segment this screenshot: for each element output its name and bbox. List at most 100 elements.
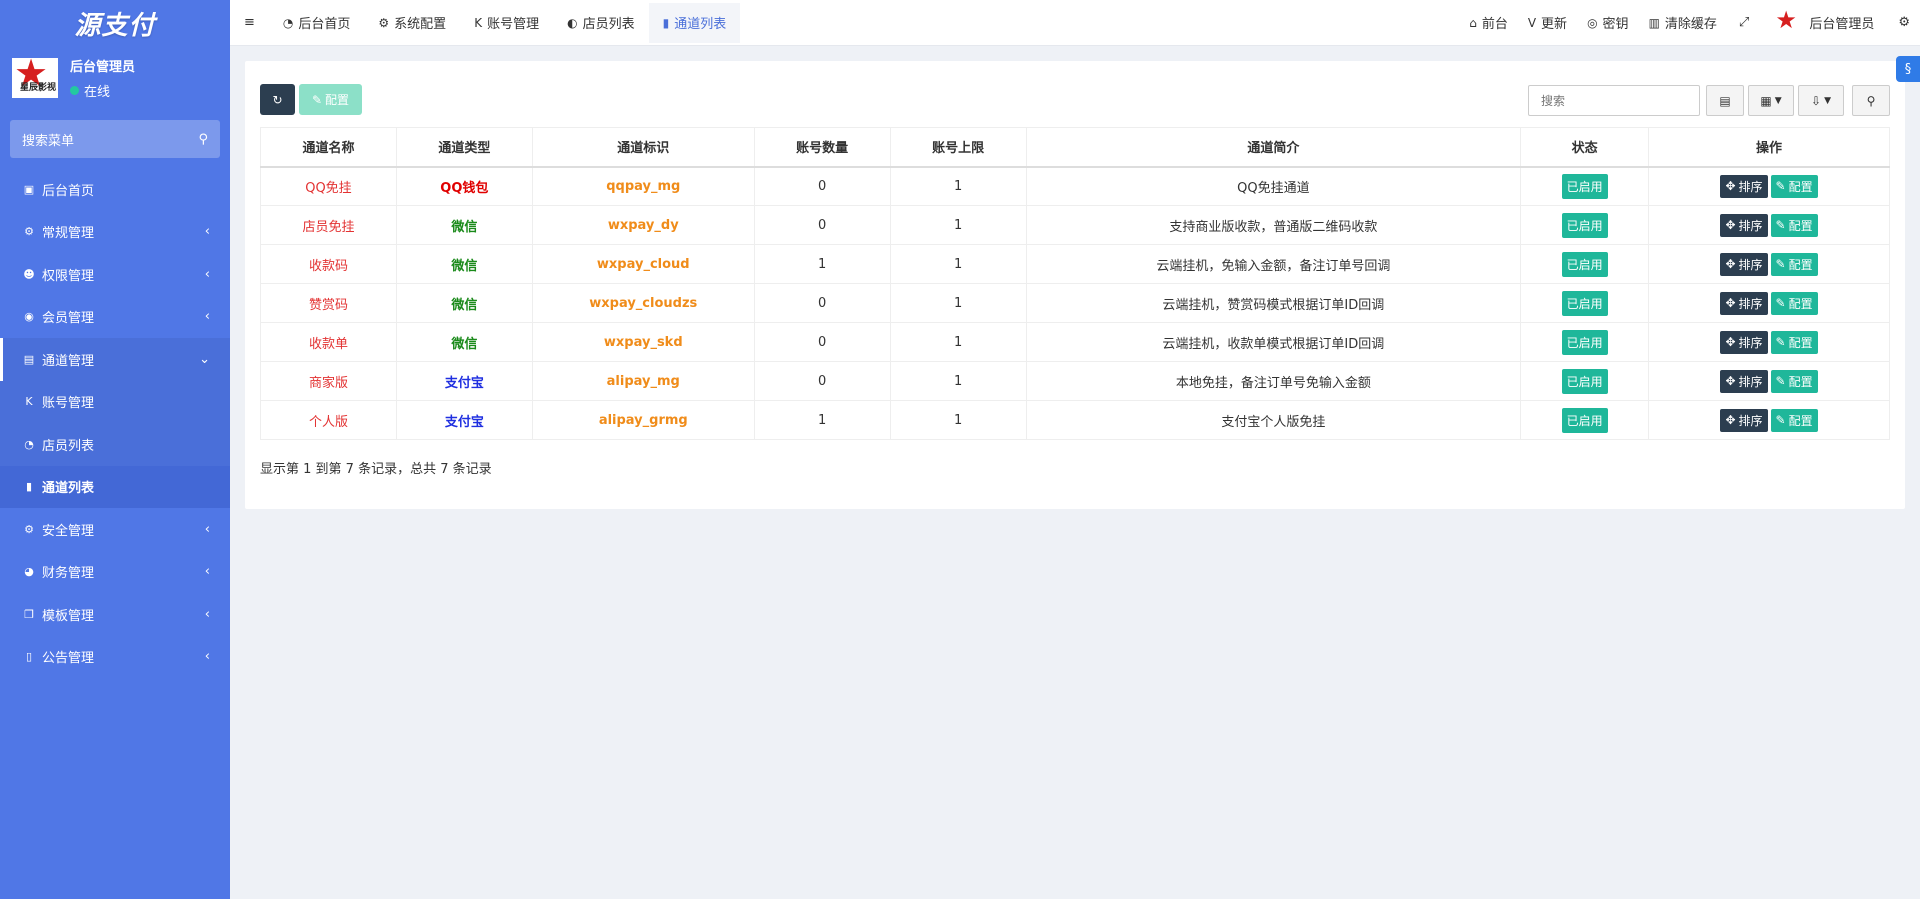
status-cell: 已启用 bbox=[1520, 400, 1650, 440]
gears-icon: ⚙ bbox=[1898, 15, 1910, 30]
topnav-link-2[interactable]: ◎ 密钥 bbox=[1577, 3, 1639, 43]
sidebar-item-9[interactable]: ◕ 财务管理 ‹ bbox=[0, 551, 230, 594]
brand-logo[interactable]: 源支付 bbox=[0, 0, 230, 46]
account-count: 0 bbox=[753, 166, 891, 206]
channel-name: 商家版 bbox=[260, 361, 397, 401]
column-header[interactable]: 状态 bbox=[1520, 127, 1650, 168]
table-row: 商家版 支付宝 alipay_mg 0 1 本地免挂，备注订单号免输入金额 已启用 ✥ 排序 ✎ 配… bbox=[260, 361, 1890, 401]
operations-cell: ✥ 排序 ✎ 配置 bbox=[1648, 283, 1890, 323]
sort-button[interactable]: ✥ 排序 bbox=[1720, 174, 1768, 198]
status-badge[interactable]: 已启用 bbox=[1561, 329, 1608, 355]
sidebar-item-label: 常规管理 bbox=[42, 226, 95, 242]
sidebar-item-label: 公告管理 bbox=[42, 651, 95, 667]
sidebar-item-2[interactable]: ☻ 权限管理 ‹ bbox=[0, 253, 230, 296]
star-icon: ★ bbox=[1775, 5, 1797, 34]
channel-name: 店员免挂 bbox=[260, 205, 397, 245]
table-search-input[interactable] bbox=[1528, 85, 1700, 116]
status-badge[interactable]: 已启用 bbox=[1561, 212, 1608, 238]
topnav-label: 前台 bbox=[1481, 17, 1508, 32]
sidebar-item-0[interactable]: ▣ 后台首页 bbox=[0, 168, 230, 211]
column-header[interactable]: 账号上限 bbox=[889, 127, 1027, 168]
floating-helper-button[interactable]: § bbox=[1896, 56, 1920, 82]
sidebar-item-6[interactable]: ◔ 店员列表 bbox=[0, 423, 230, 466]
status-cell: 已启用 bbox=[1520, 361, 1650, 401]
tab-0[interactable]: ◔ 后台首页 bbox=[269, 3, 365, 43]
sidebar-item-8[interactable]: ⚙ 安全管理 ‹ bbox=[0, 508, 230, 551]
sidebar-item-label: 店员列表 bbox=[42, 438, 95, 454]
refresh-button[interactable]: ↻ bbox=[260, 84, 295, 115]
export-dropdown-button[interactable]: ⇩ ▼ bbox=[1798, 85, 1844, 116]
account-limit: 1 bbox=[889, 322, 1027, 362]
table-body: QQ免挂 QQ钱包 qqpay_mg 0 1 QQ免挂通道 已启用 ✥ 排序 ✎ 配置 店员免挂 微信 w… bbox=[260, 166, 1890, 440]
search-icon[interactable]: ⚲ bbox=[198, 132, 208, 147]
tab-icon: ⚙ bbox=[378, 15, 390, 30]
table-row: 收款码 微信 wxpay_cloud 1 1 云端挂机，免输入金额，备注订单号回调 已启用 ✥… bbox=[260, 244, 1890, 284]
topnav-icon: V bbox=[1527, 15, 1537, 30]
tab-3[interactable]: ◐ 店员列表 bbox=[553, 3, 649, 43]
status-badge[interactable]: 已启用 bbox=[1561, 407, 1608, 433]
sidebar-item-7[interactable]: ▮ 通道列表 bbox=[0, 465, 230, 508]
columns-dropdown-button[interactable]: ▦ ▼ bbox=[1748, 85, 1794, 116]
sidebar-item-label: 模板管理 bbox=[42, 608, 95, 624]
row-config-button[interactable]: ✎ 配置 bbox=[1770, 213, 1818, 237]
sidebar-item-5[interactable]: K 账号管理 bbox=[0, 380, 230, 423]
status-badge[interactable]: 已启用 bbox=[1561, 290, 1608, 316]
refresh-icon: ↻ bbox=[272, 92, 283, 107]
move-icon: ✥ bbox=[1725, 257, 1736, 271]
sort-button[interactable]: ✥ 排序 bbox=[1720, 291, 1768, 315]
topnav-link-3[interactable]: ▥ 清除缓存 bbox=[1639, 3, 1727, 43]
menu-toggle-button[interactable]: ≡ bbox=[230, 3, 269, 43]
column-header[interactable]: 通道名称 bbox=[260, 127, 397, 168]
avatar: ★ bbox=[1775, 6, 1801, 34]
status-badge[interactable]: 已启用 bbox=[1561, 173, 1608, 199]
status-badge[interactable]: 已启用 bbox=[1561, 368, 1608, 394]
account-count: 0 bbox=[753, 322, 891, 362]
menu-search-input[interactable]: 搜索菜单 ⚲ bbox=[10, 120, 220, 158]
status-badge[interactable]: 已启用 bbox=[1561, 251, 1608, 277]
row-config-button[interactable]: ✎ 配置 bbox=[1770, 252, 1818, 276]
pencil-icon: ✎ bbox=[1775, 335, 1786, 349]
settings-button[interactable]: ⚙ bbox=[1888, 3, 1920, 43]
config-button[interactable]: ✎ 配置 bbox=[299, 84, 362, 115]
tab-label: 系统配置 bbox=[394, 17, 447, 32]
config-label: 配置 bbox=[1788, 296, 1813, 311]
sidebar-item-4[interactable]: ▤ 通道管理 ⌄ bbox=[0, 338, 230, 381]
row-config-button[interactable]: ✎ 配置 bbox=[1770, 408, 1818, 432]
column-header[interactable]: 账号数量 bbox=[753, 127, 891, 168]
sort-button[interactable]: ✥ 排序 bbox=[1720, 252, 1768, 276]
tab-1[interactable]: ⚙ 系统配置 bbox=[364, 3, 460, 43]
sort-button[interactable]: ✥ 排序 bbox=[1720, 369, 1768, 393]
toggle-view-button[interactable]: ▤ bbox=[1706, 85, 1744, 116]
chevron-icon: ‹ bbox=[204, 649, 210, 665]
sort-button[interactable]: ✥ 排序 bbox=[1720, 330, 1768, 354]
move-icon: ✥ bbox=[1725, 335, 1736, 349]
avatar: ★ 星辰影视 bbox=[12, 58, 58, 98]
row-config-button[interactable]: ✎ 配置 bbox=[1770, 291, 1818, 315]
advanced-search-button[interactable]: ⚲ bbox=[1852, 85, 1890, 116]
sort-button[interactable]: ✥ 排序 bbox=[1720, 408, 1768, 432]
topnav-link-0[interactable]: ⌂ 前台 bbox=[1459, 3, 1518, 43]
column-header[interactable]: 通道类型 bbox=[395, 127, 533, 168]
column-header[interactable]: 通道简介 bbox=[1025, 127, 1522, 168]
sort-label: 排序 bbox=[1738, 335, 1763, 350]
sidebar-item-11[interactable]: ▯ 公告管理 ‹ bbox=[0, 636, 230, 679]
sort-label: 排序 bbox=[1738, 179, 1763, 194]
row-config-button[interactable]: ✎ 配置 bbox=[1770, 330, 1818, 354]
helper-icon: § bbox=[1904, 61, 1912, 77]
column-header[interactable]: 操作 bbox=[1648, 127, 1890, 168]
tab-2[interactable]: K 账号管理 bbox=[460, 3, 553, 43]
row-config-button[interactable]: ✎ 配置 bbox=[1770, 369, 1818, 393]
sidebar-item-3[interactable]: ◉ 会员管理 ‹ bbox=[0, 296, 230, 339]
grid-icon: ▦ bbox=[1760, 93, 1772, 108]
admin-user-menu[interactable]: ★ 后台管理员 bbox=[1761, 3, 1888, 43]
sidebar-item-10[interactable]: ❐ 模板管理 ‹ bbox=[0, 593, 230, 636]
sidebar-item-1[interactable]: ⚙ 常规管理 ‹ bbox=[0, 211, 230, 254]
sort-button[interactable]: ✥ 排序 bbox=[1720, 213, 1768, 237]
column-header[interactable]: 通道标识 bbox=[531, 127, 755, 168]
online-dot-icon bbox=[70, 86, 79, 95]
fullscreen-button[interactable]: ⤢ bbox=[1727, 3, 1761, 43]
topnav-link-1[interactable]: V 更新 bbox=[1518, 3, 1577, 43]
tab-4[interactable]: ▮ 通道列表 bbox=[648, 2, 741, 43]
config-button-label: 配置 bbox=[325, 93, 350, 107]
row-config-button[interactable]: ✎ 配置 bbox=[1770, 174, 1818, 198]
